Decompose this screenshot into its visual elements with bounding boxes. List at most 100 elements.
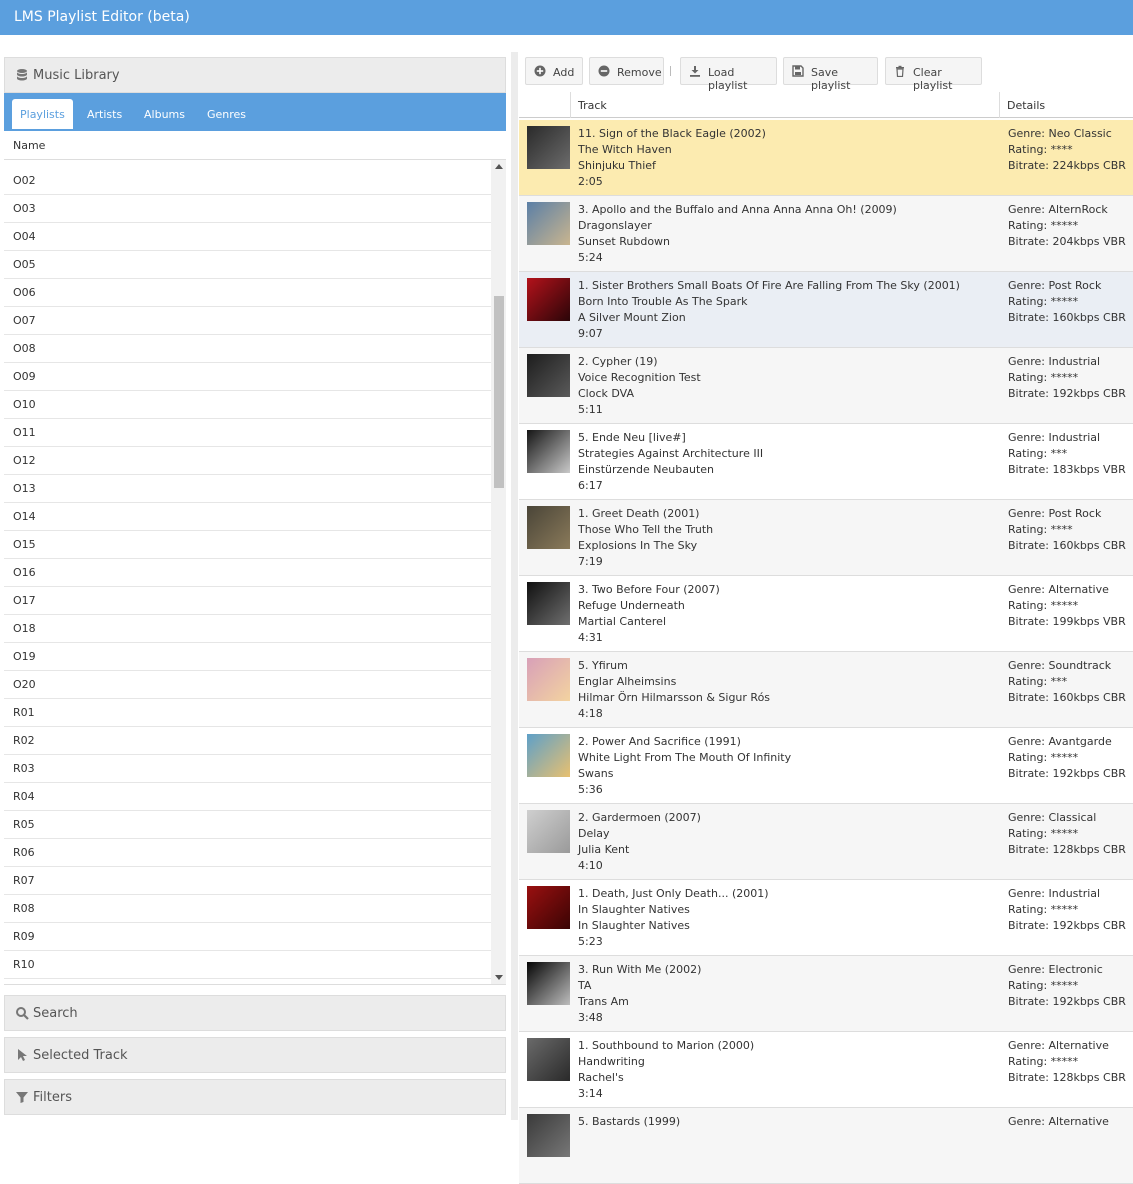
playlist-list-item[interactable]: R10	[4, 951, 491, 979]
track-rating: Rating: *****	[1008, 1055, 1079, 1068]
track-title: 2. Cypher (19)	[578, 355, 658, 368]
track-row[interactable]: 2. Gardermoen (2007) Delay Julia Kent 4:10 G…	[519, 804, 1133, 880]
remove-label: Remove	[617, 66, 662, 79]
track-row[interactable]: 2. Power And Sacrifice (1991) White Light…	[519, 728, 1133, 804]
search-section[interactable]: Search	[4, 995, 506, 1031]
playlist-list-item[interactable]: R02	[4, 727, 491, 755]
track-row[interactable]: 1. Sister Brothers Small Boats Of Fire A…	[519, 272, 1133, 348]
playlist-list-item[interactable]: O16	[4, 559, 491, 587]
tab-artists[interactable]: Artists	[79, 99, 130, 129]
track-row[interactable]: 11. Sign of the Black Eagle (2002) The Wi…	[519, 120, 1133, 196]
playlist-list-item[interactable]: R07	[4, 867, 491, 895]
playlist-list: O02 O03 O04 O05 O06 O07 O08 O09 O10 O11 O12 O13 O14 O…	[4, 160, 506, 985]
name-column-label: Name	[13, 139, 46, 152]
clear-playlist-button[interactable]: Clear playlist	[885, 57, 982, 92]
playlist-list-item[interactable]: O09	[4, 363, 491, 391]
track-row[interactable]: 1. Death, Just Only Death... (2001) In Sl…	[519, 880, 1133, 956]
track-row[interactable]: 5. Ende Neu [live#] Strategies Against Ar…	[519, 424, 1133, 500]
track-artist: Swans	[578, 767, 614, 780]
album-art	[527, 126, 570, 169]
playlist-list-item[interactable]: O12	[4, 447, 491, 475]
playlist-list-item[interactable]: O19	[4, 643, 491, 671]
details-column-header[interactable]: Details	[1007, 99, 1045, 112]
playlist-list-item[interactable]: O10	[4, 391, 491, 419]
track-row[interactable]: 1. Greet Death (2001) Those Who Tell the …	[519, 500, 1133, 576]
track-title: 3. Apollo and the Buffalo and Anna Anna …	[578, 203, 897, 216]
music-library-header[interactable]: Music Library	[4, 57, 506, 93]
track-album: The Witch Haven	[578, 143, 672, 156]
track-row[interactable]: 2. Cypher (19) Voice Recognition Test Cloc…	[519, 348, 1133, 424]
track-row[interactable]: 3. Apollo and the Buffalo and Anna Anna …	[519, 196, 1133, 272]
playlist-list-item[interactable]: O11	[4, 419, 491, 447]
track-genre: Genre: AlternRock	[1008, 203, 1108, 216]
album-art	[527, 962, 570, 1005]
track-genre: Genre: Classical	[1008, 811, 1097, 824]
album-art	[527, 658, 570, 701]
playlist-list-item[interactable]: R06	[4, 839, 491, 867]
track-duration: 4:10	[578, 859, 603, 872]
playlist-list-item[interactable]: R05	[4, 811, 491, 839]
playlist-list-item[interactable]: R01	[4, 699, 491, 727]
remove-button[interactable]: Remove	[589, 57, 664, 85]
album-art	[527, 354, 570, 397]
filters-section[interactable]: Filters	[4, 1079, 506, 1115]
track-row[interactable]: 3. Two Before Four (2007) Refuge Undernea…	[519, 576, 1133, 652]
playlist-list-item[interactable]: R08	[4, 895, 491, 923]
playlist-name: O20	[13, 678, 36, 691]
track-row[interactable]: 5. Yfirum Englar Alheimsins Hilmar Örn Hil…	[519, 652, 1133, 728]
scroll-up-icon[interactable]	[495, 164, 503, 169]
track-duration: 3:14	[578, 1087, 603, 1100]
track-column-header[interactable]: Track	[578, 99, 607, 112]
add-button[interactable]: Add	[525, 57, 583, 85]
panel-divider[interactable]	[511, 52, 518, 1120]
playlist-name: O08	[13, 342, 36, 355]
tab-genres[interactable]: Genres	[199, 99, 254, 129]
track-row[interactable]: 3. Run With Me (2002) TA Trans Am 3:48 Genre…	[519, 956, 1133, 1032]
track-genre: Genre: Alternative	[1008, 1115, 1109, 1128]
playlist-list-item[interactable]: O07	[4, 307, 491, 335]
playlist-list-item[interactable]: R04	[4, 783, 491, 811]
save-playlist-button[interactable]: Save playlist	[783, 57, 878, 92]
playlist-list-item[interactable]: O05	[4, 251, 491, 279]
track-row[interactable]: 1. Southbound to Marion (2000) Handwritin…	[519, 1032, 1133, 1108]
playlist-list-item[interactable]: O02	[4, 167, 491, 195]
playlist-editor-panel: Add Remove Load playlist Save playlist C…	[519, 52, 1133, 1184]
scrollbar-thumb[interactable]	[494, 296, 504, 488]
playlist-list-item[interactable]: O06	[4, 279, 491, 307]
playlist-list-item[interactable]: O20	[4, 671, 491, 699]
track-bitrate: Bitrate: 128kbps CBR	[1008, 843, 1126, 856]
selected-track-section[interactable]: Selected Track	[4, 1037, 506, 1073]
track-bitrate: Bitrate: 224kbps CBR	[1008, 159, 1126, 172]
tab-playlists[interactable]: Playlists	[12, 99, 73, 129]
name-column-header[interactable]: Name	[4, 131, 506, 160]
playlist-list-item[interactable]: R11	[4, 979, 491, 984]
track-title: 3. Two Before Four (2007)	[578, 583, 720, 596]
tab-albums[interactable]: Albums	[136, 99, 193, 129]
trash-icon	[896, 65, 904, 77]
track-rating: Rating: *****	[1008, 599, 1079, 612]
playlist-list-item[interactable]: O17	[4, 587, 491, 615]
track-album: In Slaughter Natives	[578, 903, 690, 916]
track-row[interactable]: 5. Bastards (1999) Genre: Alternative	[519, 1108, 1133, 1184]
playlist-list-item[interactable]: O04	[4, 223, 491, 251]
track-artist: A Silver Mount Zion	[578, 311, 686, 324]
load-playlist-button[interactable]: Load playlist	[680, 57, 777, 92]
playlist-name: O06	[13, 286, 36, 299]
playlist-list-item[interactable]: O15	[4, 531, 491, 559]
selected-track-title: Selected Track	[33, 1048, 128, 1063]
playlist-list-item[interactable]: O13	[4, 475, 491, 503]
playlist-list-item[interactable]: O08	[4, 335, 491, 363]
playlist-list-item[interactable]: R03	[4, 755, 491, 783]
playlist-list-item[interactable]: O03	[4, 195, 491, 223]
playlist-name: R06	[13, 846, 35, 859]
track-title: 11. Sign of the Black Eagle (2002)	[578, 127, 766, 140]
playlist-list-item[interactable]: O18	[4, 615, 491, 643]
load-playlist-label: Load playlist	[708, 66, 748, 92]
scroll-down-icon[interactable]	[495, 975, 503, 980]
playlist-list-item[interactable]: O14	[4, 503, 491, 531]
playlist-list-scrollbar[interactable]	[491, 160, 506, 984]
album-art	[527, 202, 570, 245]
database-icon	[17, 69, 27, 81]
track-album: Those Who Tell the Truth	[578, 523, 714, 536]
playlist-list-item[interactable]: R09	[4, 923, 491, 951]
